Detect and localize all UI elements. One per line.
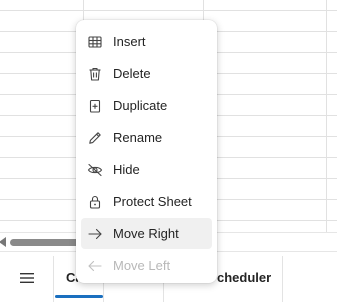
pencil-icon [87,130,103,146]
menu-item-label: Move Right [113,226,179,241]
duplicate-icon [87,98,103,114]
grid-line [0,10,337,11]
menu-item-duplicate[interactable]: Duplicate [81,90,212,121]
arrow-left-icon [87,258,103,274]
tab-separator [282,256,283,302]
active-tab-indicator [55,295,103,298]
sheet-context-menu: Insert Delete Duplicate Rename Hide Prot… [76,20,217,283]
hamburger-icon[interactable] [11,266,43,290]
trash-icon [87,66,103,82]
menu-item-label: Move Left [113,258,171,273]
menu-item-rename[interactable]: Rename [81,122,212,153]
menu-item-move-left: Move Left [81,250,212,281]
menu-item-hide[interactable]: Hide [81,154,212,185]
eye-off-icon [87,162,103,178]
menu-item-label: Delete [113,66,151,81]
menu-item-label: Protect Sheet [113,194,192,209]
arrow-right-icon [87,226,103,242]
lock-icon [87,194,103,210]
menu-item-label: Duplicate [113,98,168,113]
menu-item-move-right[interactable]: Move Right [81,218,212,249]
grid-line [326,0,327,232]
menu-item-protect-sheet[interactable]: Protect Sheet [81,186,212,217]
menu-item-label: Rename [113,130,163,145]
menu-item-insert[interactable]: Insert [81,26,212,57]
scroll-left-arrow-icon[interactable] [0,237,6,247]
menu-item-label: Insert [113,34,146,49]
hamburger-icon-glyph [20,273,34,283]
menu-item-label: Hide [113,162,140,177]
sheet-tab-scheduler[interactable]: cheduler [217,252,277,302]
table-insert-icon [87,34,103,50]
tab-separator [53,256,54,302]
menu-item-delete[interactable]: Delete [81,58,212,89]
